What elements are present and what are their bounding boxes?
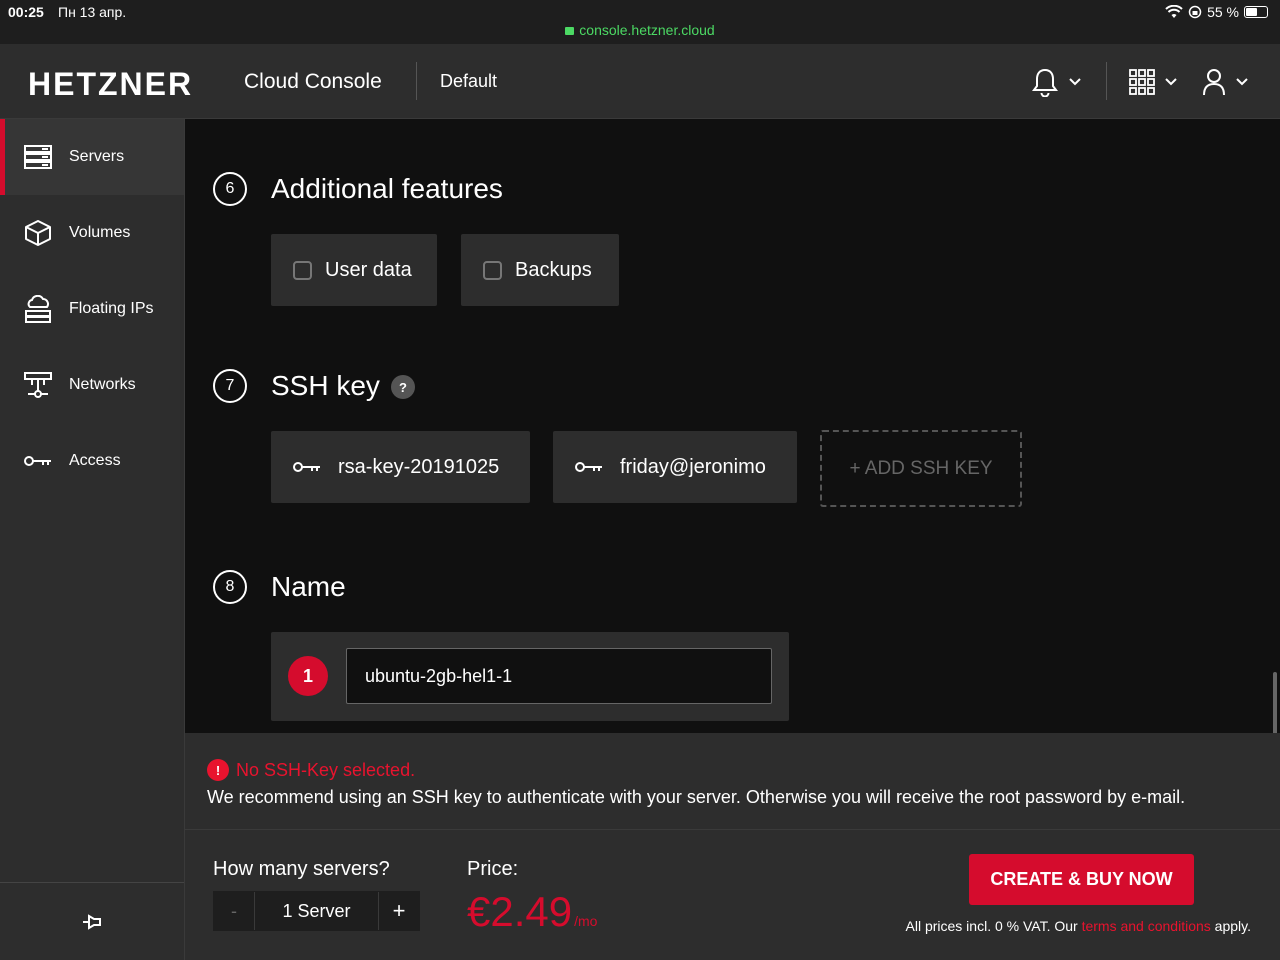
cube-icon	[25, 220, 51, 246]
chevron-down-icon	[1069, 78, 1081, 86]
network-icon	[24, 372, 52, 398]
address-bar[interactable]: console.hetzner.cloud	[0, 22, 1280, 38]
warning-title-text: No SSH-Key selected.	[236, 759, 416, 780]
section-title-name: Name	[271, 571, 346, 602]
divider	[416, 62, 417, 100]
sidebar-item-floating-ips[interactable]: Floating IPs	[0, 271, 184, 347]
floating-ip-icon	[25, 295, 51, 323]
order-footer: How many servers? - 1 Server + Price: €2…	[185, 830, 1280, 960]
status-indicators: 55 %	[1165, 4, 1268, 20]
orientation-lock-icon	[1188, 5, 1202, 19]
increment-button[interactable]: +	[379, 892, 419, 930]
price-label: Price:	[467, 858, 519, 880]
quantity-value: 1 Server	[254, 892, 379, 930]
sidebar-item-label: Networks	[69, 376, 136, 393]
divider	[1106, 62, 1107, 100]
price-value: €2.49/mo	[467, 888, 597, 936]
key-icon	[293, 462, 320, 472]
ssh-key-option[interactable]: friday@jeronimo	[553, 431, 797, 503]
grid-icon	[1129, 69, 1155, 95]
hetzner-logo[interactable]: HETZNER	[28, 66, 193, 103]
wifi-icon	[1165, 5, 1183, 18]
add-ssh-key-button[interactable]: + ADD SSH KEY	[820, 430, 1022, 507]
user-menu[interactable]	[1202, 64, 1248, 100]
key-icon	[24, 456, 51, 466]
apps-menu[interactable]	[1129, 64, 1177, 100]
decrement-button[interactable]: -	[214, 892, 254, 930]
alert-icon: !	[207, 759, 229, 781]
lock-icon	[565, 27, 575, 35]
sidebar: Servers Volumes Floating IPs Networks Ac…	[0, 119, 185, 960]
warning-message: We recommend using an SSH key to authent…	[207, 787, 1186, 807]
price-unit: /mo	[574, 913, 598, 929]
ssh-key-label: rsa-key-20191025	[338, 455, 500, 478]
vat-suffix: apply.	[1210, 918, 1251, 934]
section-title-additional-features: Additional features	[271, 173, 503, 204]
notifications-menu[interactable]	[1031, 64, 1081, 100]
option-label: User data	[325, 258, 412, 281]
step-number: 8	[213, 570, 247, 604]
server-name-card: 1	[271, 632, 789, 721]
sidebar-item-networks[interactable]: Networks	[0, 347, 184, 423]
create-and-buy-button[interactable]: CREATE & BUY NOW	[969, 854, 1194, 905]
user-data-option[interactable]: User data	[271, 234, 437, 306]
step-number: 6	[213, 172, 247, 206]
server-name-input[interactable]	[346, 648, 772, 704]
sidebar-item-label: Access	[69, 452, 121, 469]
chevron-down-icon	[1165, 78, 1177, 86]
sidebar-item-servers[interactable]: Servers	[0, 119, 184, 195]
sidebar-item-label: Floating IPs	[69, 300, 154, 317]
url-text: console.hetzner.cloud	[579, 22, 715, 38]
bell-icon	[1032, 68, 1058, 97]
vat-prefix: All prices incl. 0 % VAT. Our	[905, 918, 1082, 934]
sidebar-item-access[interactable]: Access	[0, 423, 184, 499]
terms-link[interactable]: terms and conditions	[1082, 918, 1211, 934]
chevron-down-icon	[1236, 78, 1248, 86]
app-header: HETZNER Cloud Console Default	[0, 44, 1280, 119]
server-icon	[24, 145, 52, 169]
help-icon[interactable]: ?	[391, 375, 415, 399]
price-amount: €2.49	[467, 888, 573, 935]
backups-checkbox[interactable]	[483, 260, 502, 280]
ssh-warning-banner: ! No SSH-Key selected. We recommend usin…	[185, 733, 1280, 830]
ssh-key-option[interactable]: rsa-key-20191025	[271, 431, 530, 503]
option-label: Backups	[515, 258, 592, 281]
battery-icon	[1244, 6, 1268, 18]
status-bar: 00:25 Пн 13 апр. console.hetzner.cloud 5…	[0, 0, 1280, 44]
server-count-label: How many servers?	[213, 858, 390, 880]
battery-percent: 55 %	[1207, 4, 1239, 20]
key-icon	[575, 462, 602, 472]
sidebar-item-label: Volumes	[69, 224, 131, 241]
project-selector[interactable]: Default	[440, 71, 497, 92]
sidebar-item-volumes[interactable]: Volumes	[0, 195, 184, 271]
server-count-badge: 1	[288, 656, 328, 696]
user-icon	[1203, 69, 1225, 96]
status-time: 00:25	[8, 4, 44, 20]
backups-option[interactable]: Backups	[461, 234, 619, 306]
pin-icon	[83, 913, 101, 930]
main-content: 6 Additional features User data Backups …	[185, 119, 1280, 733]
collapse-sidebar-button[interactable]	[0, 882, 184, 960]
quantity-stepper: - 1 Server +	[213, 891, 420, 931]
vat-note: All prices incl. 0 % VAT. Our terms and …	[906, 918, 1252, 934]
step-number: 7	[213, 369, 247, 403]
product-name: Cloud Console	[244, 70, 382, 93]
section-title-ssh-key: SSH key	[271, 370, 380, 401]
sidebar-item-label: Servers	[69, 148, 125, 165]
ssh-key-label: friday@jeronimo	[620, 455, 766, 478]
warning-title: ! No SSH-Key selected.	[207, 759, 415, 781]
status-date: Пн 13 апр.	[58, 4, 127, 20]
user-data-checkbox[interactable]	[293, 260, 312, 280]
